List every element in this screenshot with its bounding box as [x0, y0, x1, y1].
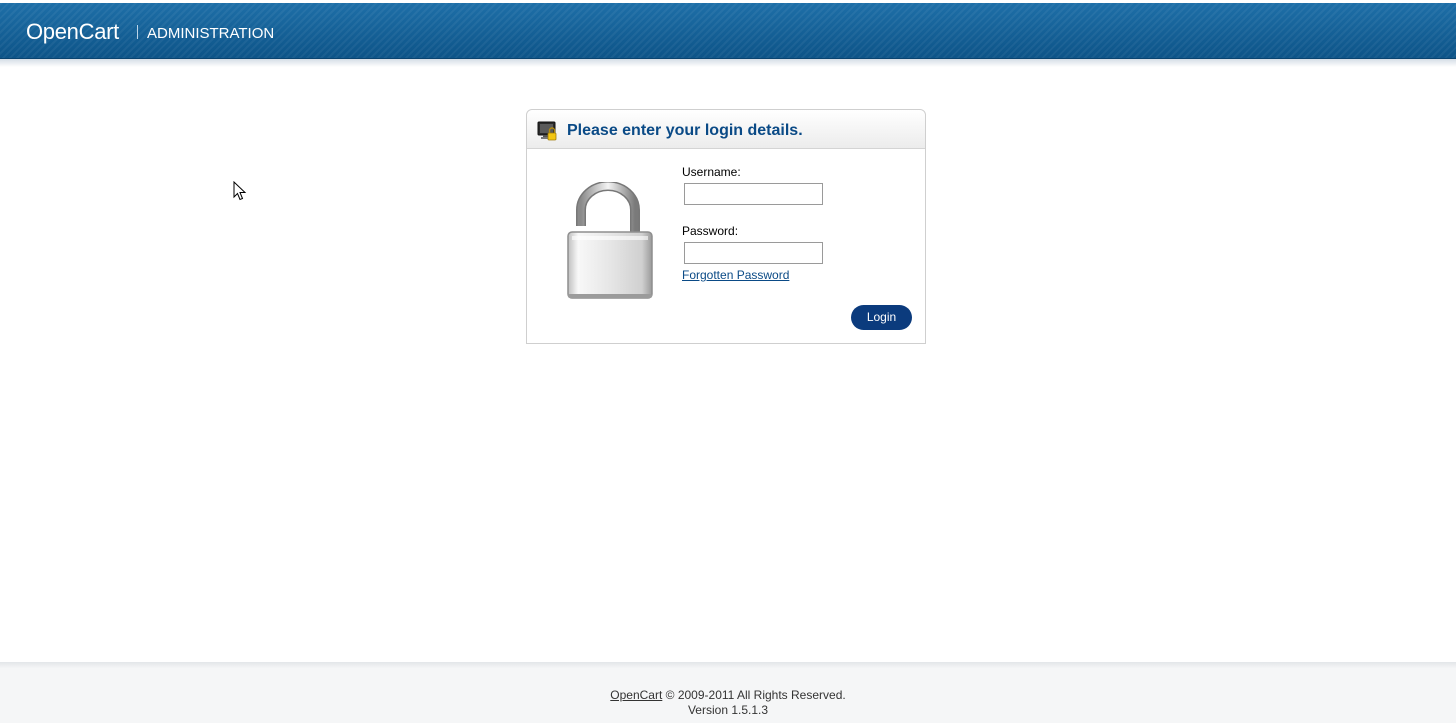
login-panel: Please enter your login details. Usernam…	[526, 109, 926, 344]
footer-opencart-link[interactable]: OpenCart	[610, 688, 662, 702]
lock-screen-icon	[537, 121, 557, 141]
administration-label: ADMINISTRATION	[147, 25, 275, 42]
password-label: Password:	[682, 224, 739, 238]
footer: OpenCart © 2009-2011 All Rights Reserved…	[0, 668, 1456, 723]
forgotten-password-link[interactable]: Forgotten Password	[682, 268, 789, 282]
footer-copyright-text: © 2009-2011 All Rights Reserved.	[665, 688, 846, 702]
login-heading-title: Please enter your login details.	[567, 122, 803, 139]
header-shadow	[0, 59, 1456, 67]
password-input[interactable]	[684, 242, 823, 264]
mouse-pointer-icon	[233, 181, 247, 201]
header-bar: OpenCart ADMINISTRATION	[0, 3, 1456, 59]
footer-copyright-line: OpenCart © 2009-2011 All Rights Reserved…	[0, 688, 1456, 702]
padlock-open-icon	[567, 182, 653, 299]
footer-version: Version 1.5.1.3	[687, 703, 769, 717]
opencart-logo[interactable]: OpenCart	[26, 19, 119, 45]
login-heading: Please enter your login details.	[527, 110, 925, 149]
logo-divider	[137, 25, 138, 39]
login-button[interactable]: Login	[851, 305, 912, 330]
username-input[interactable]	[684, 183, 823, 205]
username-label: Username:	[682, 165, 741, 179]
